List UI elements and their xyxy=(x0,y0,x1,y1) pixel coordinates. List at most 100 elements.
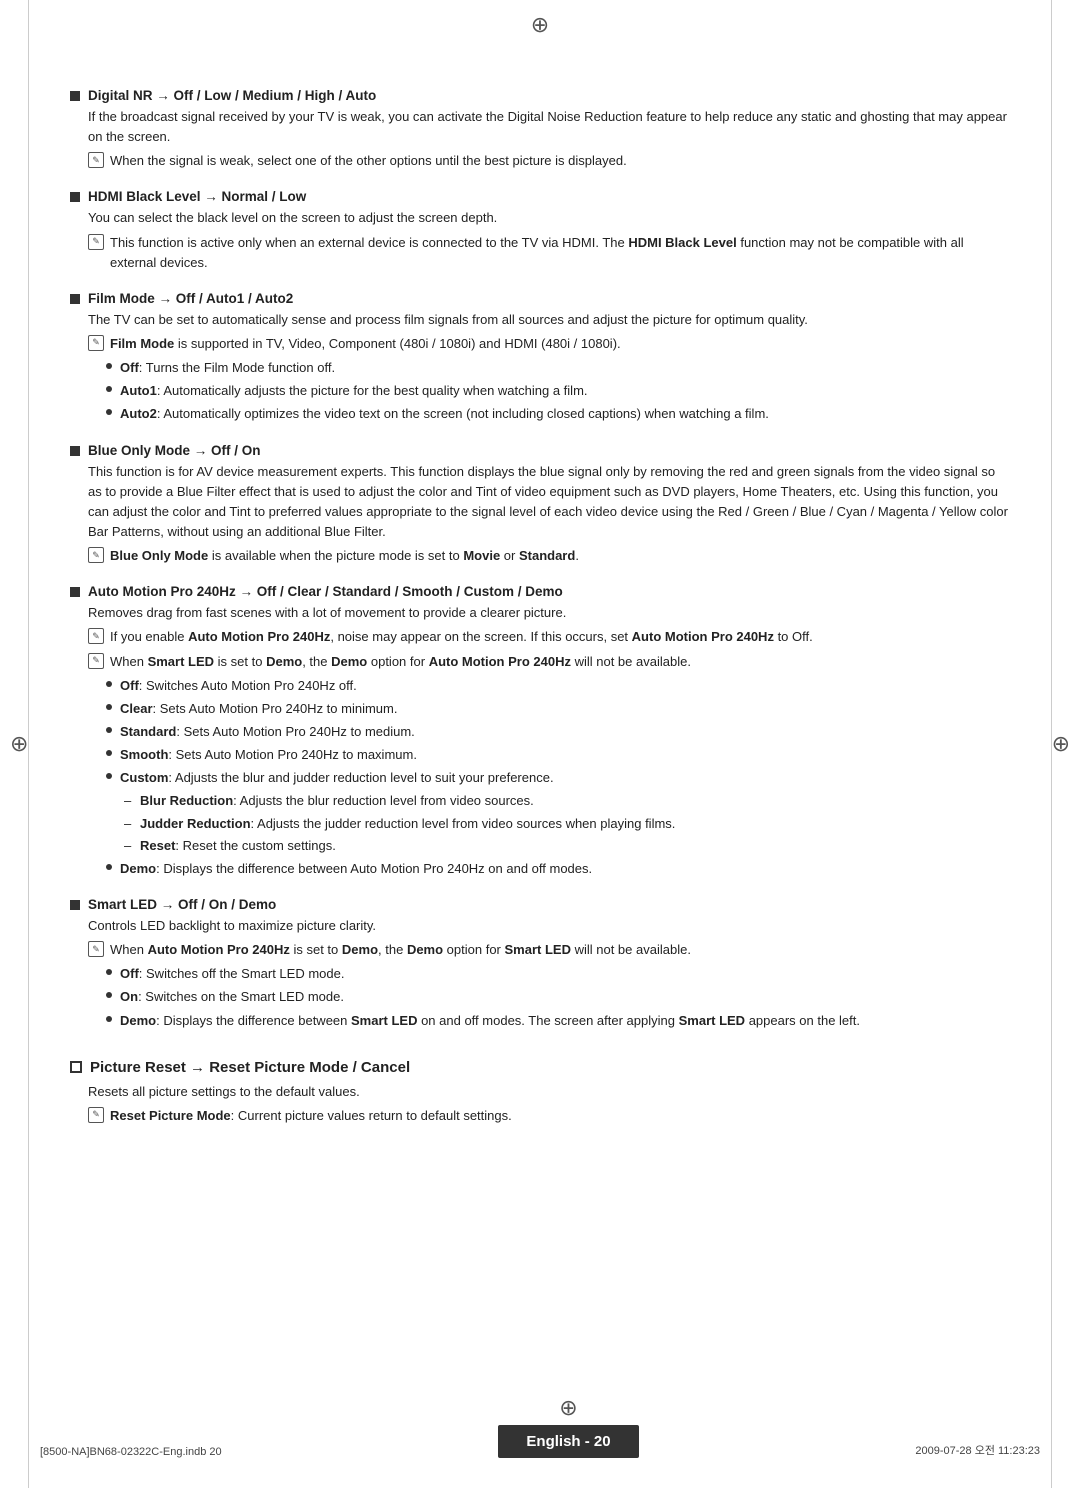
square-bullet xyxy=(70,91,80,101)
hdmi-black-heading-text: HDMI Black Level → Normal / Low xyxy=(88,189,306,204)
auto-motion-note2: When Smart LED is set to Demo, the Demo … xyxy=(88,652,1010,672)
footer-right-text: 2009-07-28 오전 11:23:23 xyxy=(915,1442,1040,1458)
page-badge: English - 20 xyxy=(498,1425,638,1458)
sub-bullet-dash: – xyxy=(124,836,134,856)
bullet-dot xyxy=(106,363,112,369)
smart-led-heading-text: Smart LED → Off / On / Demo xyxy=(88,897,276,912)
note-icon xyxy=(88,547,104,563)
smart-led-body: Controls LED backlight to maximize pictu… xyxy=(70,916,1010,936)
smart-led-heading: Smart LED → Off / On / Demo xyxy=(70,897,1010,912)
sub-bullet-text: Reset: Reset the custom settings. xyxy=(140,836,1010,856)
film-mode-heading-text: Film Mode → Off / Auto1 / Auto2 xyxy=(88,291,293,306)
blue-only-note1-text: Blue Only Mode is available when the pic… xyxy=(110,546,1010,566)
sub-bullet-dash: – xyxy=(124,791,134,811)
bullet-text: On: Switches on the Smart LED mode. xyxy=(120,987,1010,1007)
crosshair-top: ⊕ xyxy=(531,12,549,38)
bullet-text: Auto2: Automatically optimizes the video… xyxy=(120,404,1010,424)
sub-bullet-dash: – xyxy=(124,814,134,834)
footer-center: ⊕ English - 20 xyxy=(498,1395,638,1458)
page: ⊕ ⊕ ⊕ Digital NR → Off / Low / Medium / … xyxy=(0,0,1080,1488)
auto-motion-body: Removes drag from fast scenes with a lot… xyxy=(70,603,1010,623)
hdmi-black-heading: HDMI Black Level → Normal / Low xyxy=(70,189,1010,204)
footer: [8500-NA]BN68-02322C-Eng.indb 20 ⊕ Engli… xyxy=(0,1395,1080,1458)
bullet-text: Demo: Displays the difference between Au… xyxy=(120,859,1010,879)
auto-motion-note1-text: If you enable Auto Motion Pro 240Hz, noi… xyxy=(110,627,1010,647)
film-mode-note1: Film Mode is supported in TV, Video, Com… xyxy=(88,334,1010,354)
list-item: Demo: Displays the difference between Au… xyxy=(106,859,1010,879)
blue-only-heading: Blue Only Mode → Off / On xyxy=(70,443,1010,458)
sub-bullet-text: Blur Reduction: Adjusts the blur reducti… xyxy=(140,791,1010,811)
bullet-dot xyxy=(106,704,112,710)
list-item: Auto2: Automatically optimizes the video… xyxy=(106,404,1010,424)
bullet-dot xyxy=(106,681,112,687)
blue-only-heading-text: Blue Only Mode → Off / On xyxy=(88,443,261,458)
list-item: Standard: Sets Auto Motion Pro 240Hz to … xyxy=(106,722,1010,742)
square-bullet xyxy=(70,587,80,597)
list-item: Off: Turns the Film Mode function off. xyxy=(106,358,1010,378)
bullet-dot xyxy=(106,386,112,392)
hdmi-black-body: You can select the black level on the sc… xyxy=(70,208,1010,228)
smart-led-note1: When Auto Motion Pro 240Hz is set to Dem… xyxy=(88,940,1010,960)
note-icon xyxy=(88,1107,104,1123)
picture-reset-body: Resets all picture settings to the defau… xyxy=(70,1082,1010,1102)
picture-reset-heading-text: Picture Reset → Reset Picture Mode / Can… xyxy=(90,1059,410,1076)
open-square-bullet xyxy=(70,1061,82,1073)
list-item: On: Switches on the Smart LED mode. xyxy=(106,987,1010,1007)
bullet-text: Standard: Sets Auto Motion Pro 240Hz to … xyxy=(120,722,1010,742)
auto-motion-note2-text: When Smart LED is set to Demo, the Demo … xyxy=(110,652,1010,672)
bullet-dot xyxy=(106,1016,112,1022)
smart-led-note1-text: When Auto Motion Pro 240Hz is set to Dem… xyxy=(110,940,1010,960)
auto-motion-heading-text: Auto Motion Pro 240Hz → Off / Clear / St… xyxy=(88,584,563,599)
square-bullet xyxy=(70,294,80,304)
bullet-dot xyxy=(106,727,112,733)
film-mode-heading: Film Mode → Off / Auto1 / Auto2 xyxy=(70,291,1010,306)
bullet-text: Custom: Adjusts the blur and judder redu… xyxy=(120,768,1010,788)
list-item: – Judder Reduction: Adjusts the judder r… xyxy=(124,814,1010,834)
list-item: – Blur Reduction: Adjusts the blur reduc… xyxy=(124,791,1010,811)
film-mode-body: The TV can be set to automatically sense… xyxy=(70,310,1010,330)
picture-reset-note1: Reset Picture Mode: Current picture valu… xyxy=(88,1106,1010,1126)
hdmi-black-note1-text: This function is active only when an ext… xyxy=(110,233,1010,273)
square-bullet xyxy=(70,900,80,910)
bullet-text: Off: Switches Auto Motion Pro 240Hz off. xyxy=(120,676,1010,696)
bullet-dot xyxy=(106,992,112,998)
bullet-dot xyxy=(106,864,112,870)
list-item: Custom: Adjusts the blur and judder redu… xyxy=(106,768,1010,788)
bullet-dot xyxy=(106,969,112,975)
digital-nr-body: If the broadcast signal received by your… xyxy=(70,107,1010,147)
note-icon xyxy=(88,653,104,669)
note-icon xyxy=(88,628,104,644)
bullet-dot xyxy=(106,773,112,779)
digital-nr-heading: Digital NR → Off / Low / Medium / High /… xyxy=(70,88,1010,103)
bullet-text: Off: Switches off the Smart LED mode. xyxy=(120,964,1010,984)
smart-led-bullets: Off: Switches off the Smart LED mode. On… xyxy=(70,964,1010,1030)
auto-motion-bullets: Off: Switches Auto Motion Pro 240Hz off.… xyxy=(70,676,1010,789)
crosshair-left: ⊕ xyxy=(10,731,28,757)
blue-only-note1: Blue Only Mode is available when the pic… xyxy=(88,546,1010,566)
bullet-text: Clear: Sets Auto Motion Pro 240Hz to min… xyxy=(120,699,1010,719)
square-bullet xyxy=(70,446,80,456)
crosshair-right: ⊕ xyxy=(1052,731,1070,757)
crosshair-bottom: ⊕ xyxy=(559,1395,577,1421)
bullet-dot xyxy=(106,750,112,756)
bullet-text: Auto1: Automatically adjusts the picture… xyxy=(120,381,1010,401)
film-mode-bullets: Off: Turns the Film Mode function off. A… xyxy=(70,358,1010,424)
auto-motion-note1: If you enable Auto Motion Pro 240Hz, noi… xyxy=(88,627,1010,647)
auto-motion-demo-bullet: Demo: Displays the difference between Au… xyxy=(70,859,1010,879)
list-item: Smooth: Sets Auto Motion Pro 240Hz to ma… xyxy=(106,745,1010,765)
list-item: Auto1: Automatically adjusts the picture… xyxy=(106,381,1010,401)
note-icon xyxy=(88,234,104,250)
digital-nr-note1-text: When the signal is weak, select one of t… xyxy=(110,151,1010,171)
bullet-text: Off: Turns the Film Mode function off. xyxy=(120,358,1010,378)
picture-reset-note1-text: Reset Picture Mode: Current picture valu… xyxy=(110,1106,1010,1126)
list-item: Clear: Sets Auto Motion Pro 240Hz to min… xyxy=(106,699,1010,719)
hdmi-black-note1: This function is active only when an ext… xyxy=(88,233,1010,273)
film-mode-note1-text: Film Mode is supported in TV, Video, Com… xyxy=(110,334,1010,354)
square-bullet xyxy=(70,192,80,202)
list-item: Off: Switches Auto Motion Pro 240Hz off. xyxy=(106,676,1010,696)
bullet-text: Demo: Displays the difference between Sm… xyxy=(120,1011,1010,1031)
digital-nr-note1: When the signal is weak, select one of t… xyxy=(88,151,1010,171)
footer-left-text: [8500-NA]BN68-02322C-Eng.indb 20 xyxy=(40,1446,222,1458)
note-icon xyxy=(88,152,104,168)
picture-reset-heading: Picture Reset → Reset Picture Mode / Can… xyxy=(70,1059,1010,1076)
